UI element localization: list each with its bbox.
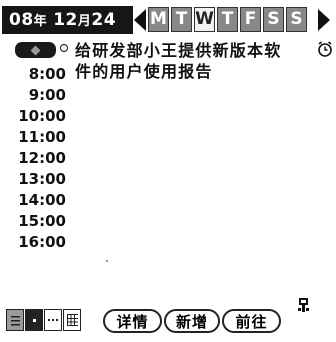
week-view-icon[interactable] <box>25 309 43 331</box>
time-slot-list: 8:00 9:00 10:00 11:00 12:00 13:00 14:00 … <box>8 64 68 253</box>
time-slot[interactable]: 15:00 <box>8 211 68 232</box>
alarm-icon[interactable] <box>316 40 334 58</box>
graffiti-shift-icon <box>298 298 309 312</box>
date-display[interactable]: 08年 12月24 <box>2 6 133 34</box>
weekday-label: F <box>244 9 257 29</box>
screen-speck <box>106 260 108 262</box>
goto-button[interactable]: 前往 <box>222 309 281 333</box>
next-week-arrow-icon[interactable] <box>318 9 330 31</box>
time-slot[interactable]: 11:00 <box>8 127 68 148</box>
weekday-label: S <box>267 9 280 29</box>
note-diamond <box>30 45 41 55</box>
weekday-sat[interactable]: S <box>263 7 284 32</box>
month-unit: 月 <box>77 14 92 29</box>
week-selector: M T W T F S S <box>148 7 309 32</box>
day-value: 24 <box>91 10 117 30</box>
weekday-mon[interactable]: M <box>148 7 169 32</box>
weekday-label: S <box>290 9 303 29</box>
previous-week-arrow-icon[interactable] <box>134 9 146 31</box>
time-slot[interactable]: 10:00 <box>8 106 68 127</box>
details-button[interactable]: 详情 <box>103 309 162 333</box>
weekday-wed[interactable]: W <box>194 7 215 32</box>
time-slot[interactable]: 12:00 <box>8 148 68 169</box>
time-slot[interactable]: 14:00 <box>8 190 68 211</box>
grid-glyph <box>66 314 78 326</box>
time-slot[interactable]: 8:00 <box>8 64 68 85</box>
year-value: 08 <box>9 10 34 30</box>
weekday-label: M <box>150 9 167 29</box>
event-description[interactable]: 给研发部小王提供新版本软 件的用户使用报告 <box>75 40 315 82</box>
month-view-icon[interactable] <box>63 309 81 331</box>
weekday-fri[interactable]: F <box>240 7 261 32</box>
day-view-icon[interactable] <box>6 309 24 331</box>
new-button[interactable]: 新增 <box>164 309 220 333</box>
time-slot[interactable]: 13:00 <box>8 169 68 190</box>
time-slot[interactable]: 16:00 <box>8 232 68 253</box>
weekday-thu[interactable]: T <box>217 7 238 32</box>
weekday-label: T <box>221 9 234 29</box>
date-header: 08年 12月24 M T W T F S S <box>0 6 336 34</box>
year-unit: 年 <box>33 14 48 29</box>
date-segment: 12月24 <box>53 10 116 30</box>
month-value: 12 <box>53 10 78 30</box>
repeat-bullet-icon <box>60 44 68 52</box>
dash-glyph <box>48 319 58 321</box>
lines-glyph <box>10 314 20 326</box>
weekday-sun[interactable]: S <box>286 7 307 32</box>
year-segment: 08年 <box>9 10 47 30</box>
dot-glyph <box>32 318 36 322</box>
time-slot[interactable]: 9:00 <box>8 85 68 106</box>
note-pill-icon[interactable] <box>15 42 56 58</box>
weekday-tue[interactable]: T <box>171 7 192 32</box>
list-view-icon[interactable] <box>44 309 62 331</box>
weekday-label: W <box>195 9 214 29</box>
weekday-label: T <box>175 9 188 29</box>
view-switcher <box>6 309 82 333</box>
